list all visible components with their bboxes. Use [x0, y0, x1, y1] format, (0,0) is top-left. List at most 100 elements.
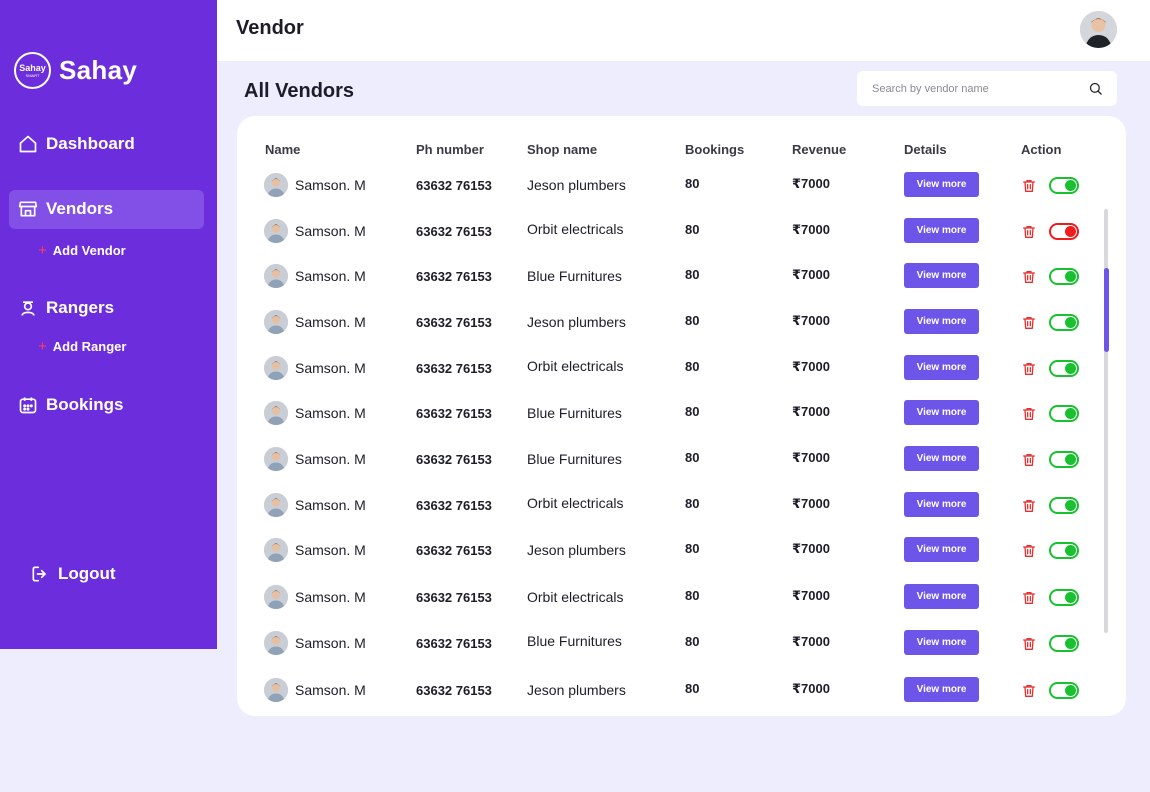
- delete-icon[interactable]: [1021, 636, 1037, 652]
- vendor-avatar: [264, 631, 288, 655]
- table-row: Samson. M 63632 76153 Jeson plumbers 80 ₹700…: [237, 667, 1097, 713]
- vendor-avatar: [264, 356, 288, 380]
- logout-button[interactable]: Logout: [30, 564, 116, 584]
- delete-icon[interactable]: [1021, 406, 1037, 422]
- table-row: Samson. M 63632 76153 Blue Furnitures 80 ₹70…: [237, 436, 1097, 482]
- view-more-button[interactable]: View more: [904, 172, 979, 197]
- view-more-button[interactable]: View more: [904, 677, 979, 702]
- delete-icon[interactable]: [1021, 590, 1037, 606]
- scrollbar-thumb[interactable]: [1104, 268, 1109, 352]
- status-toggle[interactable]: [1049, 589, 1079, 606]
- view-more-button[interactable]: View more: [904, 218, 979, 243]
- sidebar: Sahay SMART Sahay Dashboard Vendors + Ad…: [0, 0, 217, 649]
- page-title: Vendor: [236, 17, 304, 39]
- column-header-bookings: Bookings: [685, 142, 745, 157]
- vendor-name: Samson. M: [295, 497, 366, 513]
- view-more-button[interactable]: View more: [904, 309, 979, 334]
- search-input[interactable]: [872, 82, 1088, 95]
- vendor-avatar: [264, 678, 288, 702]
- table-row: Samson. M 63632 76153 Blue Furnitures 80 ₹70…: [237, 253, 1097, 299]
- vendor-revenue: ₹7000: [792, 222, 830, 237]
- delete-icon[interactable]: [1021, 452, 1037, 468]
- delete-icon[interactable]: [1021, 315, 1037, 331]
- vendor-name: Samson. M: [295, 268, 366, 284]
- status-toggle[interactable]: [1049, 314, 1079, 331]
- sidebar-item-dashboard[interactable]: Dashboard: [18, 134, 135, 154]
- sidebar-item-add-vendor[interactable]: + Add Vendor: [38, 243, 126, 258]
- view-more-button[interactable]: View more: [904, 630, 979, 655]
- brand-logo-subtext: SMART: [25, 72, 40, 78]
- view-more-button[interactable]: View more: [904, 446, 979, 471]
- sidebar-item-vendors[interactable]: Vendors: [18, 199, 113, 219]
- vendor-name: Samson. M: [295, 542, 366, 558]
- delete-icon[interactable]: [1021, 543, 1037, 559]
- vendor-revenue: ₹7000: [792, 267, 830, 282]
- delete-icon[interactable]: [1021, 498, 1037, 514]
- status-toggle[interactable]: [1049, 682, 1079, 699]
- status-toggle[interactable]: [1049, 497, 1079, 514]
- user-avatar-icon: [1080, 11, 1117, 48]
- vendor-phone: 63632 76153: [416, 315, 492, 330]
- table-row: Samson. M 63632 76153 Blue Furnitures 80 ₹70…: [237, 390, 1097, 436]
- view-more-button[interactable]: View more: [904, 537, 979, 562]
- vendor-name: Samson. M: [295, 635, 366, 651]
- column-header-revenue: Revenue: [792, 142, 847, 157]
- toggle-knob: [1065, 454, 1076, 465]
- view-more-button[interactable]: View more: [904, 355, 979, 380]
- vendor-shop: Orbit electricals: [527, 589, 624, 605]
- vendor-bookings: 80: [685, 222, 700, 237]
- table-row: Samson. M 63632 76153 Jeson plumbers 80 ₹700…: [237, 527, 1097, 573]
- status-toggle[interactable]: [1049, 177, 1079, 194]
- delete-icon[interactable]: [1021, 361, 1037, 377]
- delete-icon[interactable]: [1021, 683, 1037, 699]
- table-row: Samson. M 63632 76153 Orbit electricals 80 ₹…: [237, 574, 1097, 620]
- sidebar-item-label: Vendors: [46, 199, 114, 218]
- delete-icon[interactable]: [1021, 178, 1037, 194]
- search-icon[interactable]: [1088, 81, 1103, 96]
- vendor-phone: 63632 76153: [416, 683, 492, 698]
- vendor-avatar: [264, 401, 288, 425]
- vendor-revenue: ₹7000: [792, 176, 830, 191]
- vendor-revenue: ₹7000: [792, 450, 830, 465]
- vendor-name: Samson. M: [295, 360, 366, 376]
- sidebar-item-add-ranger[interactable]: + Add Ranger: [38, 339, 126, 354]
- vendor-bookings: 80: [685, 267, 700, 282]
- vendor-bookings: 80: [685, 681, 700, 696]
- status-toggle[interactable]: [1049, 635, 1079, 652]
- status-toggle[interactable]: [1049, 268, 1079, 285]
- delete-icon[interactable]: [1021, 269, 1037, 285]
- avatar[interactable]: [1080, 11, 1117, 48]
- vendor-shop: Blue Furnitures: [527, 451, 622, 467]
- toggle-knob: [1065, 685, 1076, 696]
- status-toggle[interactable]: [1049, 360, 1079, 377]
- vendor-phone: 63632 76153: [416, 498, 492, 513]
- vendor-avatar: [264, 219, 288, 243]
- view-more-button[interactable]: View more: [904, 492, 979, 517]
- status-toggle[interactable]: [1049, 451, 1079, 468]
- vendor-name: Samson. M: [295, 682, 366, 698]
- view-more-button[interactable]: View more: [904, 584, 979, 609]
- vendor-avatar: [264, 310, 288, 334]
- vendor-phone: 63632 76153: [416, 590, 492, 605]
- vendor-phone: 63632 76153: [416, 452, 492, 467]
- status-toggle[interactable]: [1049, 542, 1079, 559]
- vendor-shop: Jeson plumbers: [527, 542, 626, 558]
- column-header-name: Name: [265, 142, 301, 157]
- sidebar-item-rangers[interactable]: Rangers: [18, 298, 114, 318]
- plus-icon: +: [38, 242, 47, 259]
- table-row: Samson. M 63632 76153 Blue Furnitures 80 ₹70…: [237, 620, 1097, 666]
- status-toggle[interactable]: [1049, 223, 1079, 240]
- status-toggle[interactable]: [1049, 405, 1079, 422]
- logout-icon: [32, 566, 46, 582]
- vendor-shop: Blue Furnitures: [527, 633, 622, 649]
- vendor-shop: Blue Furnitures: [527, 268, 622, 284]
- view-more-button[interactable]: View more: [904, 263, 979, 288]
- view-more-button[interactable]: View more: [904, 400, 979, 425]
- toggle-knob: [1065, 545, 1076, 556]
- sidebar-item-bookings[interactable]: Bookings: [18, 395, 123, 415]
- table-row: Samson. M 63632 76153 Jeson plumbers 80 ₹700…: [237, 299, 1097, 345]
- vendor-phone: 63632 76153: [416, 224, 492, 239]
- delete-icon[interactable]: [1021, 224, 1037, 240]
- vendor-name: Samson. M: [295, 314, 366, 330]
- brand-logo-text: Sahay: [19, 62, 46, 73]
